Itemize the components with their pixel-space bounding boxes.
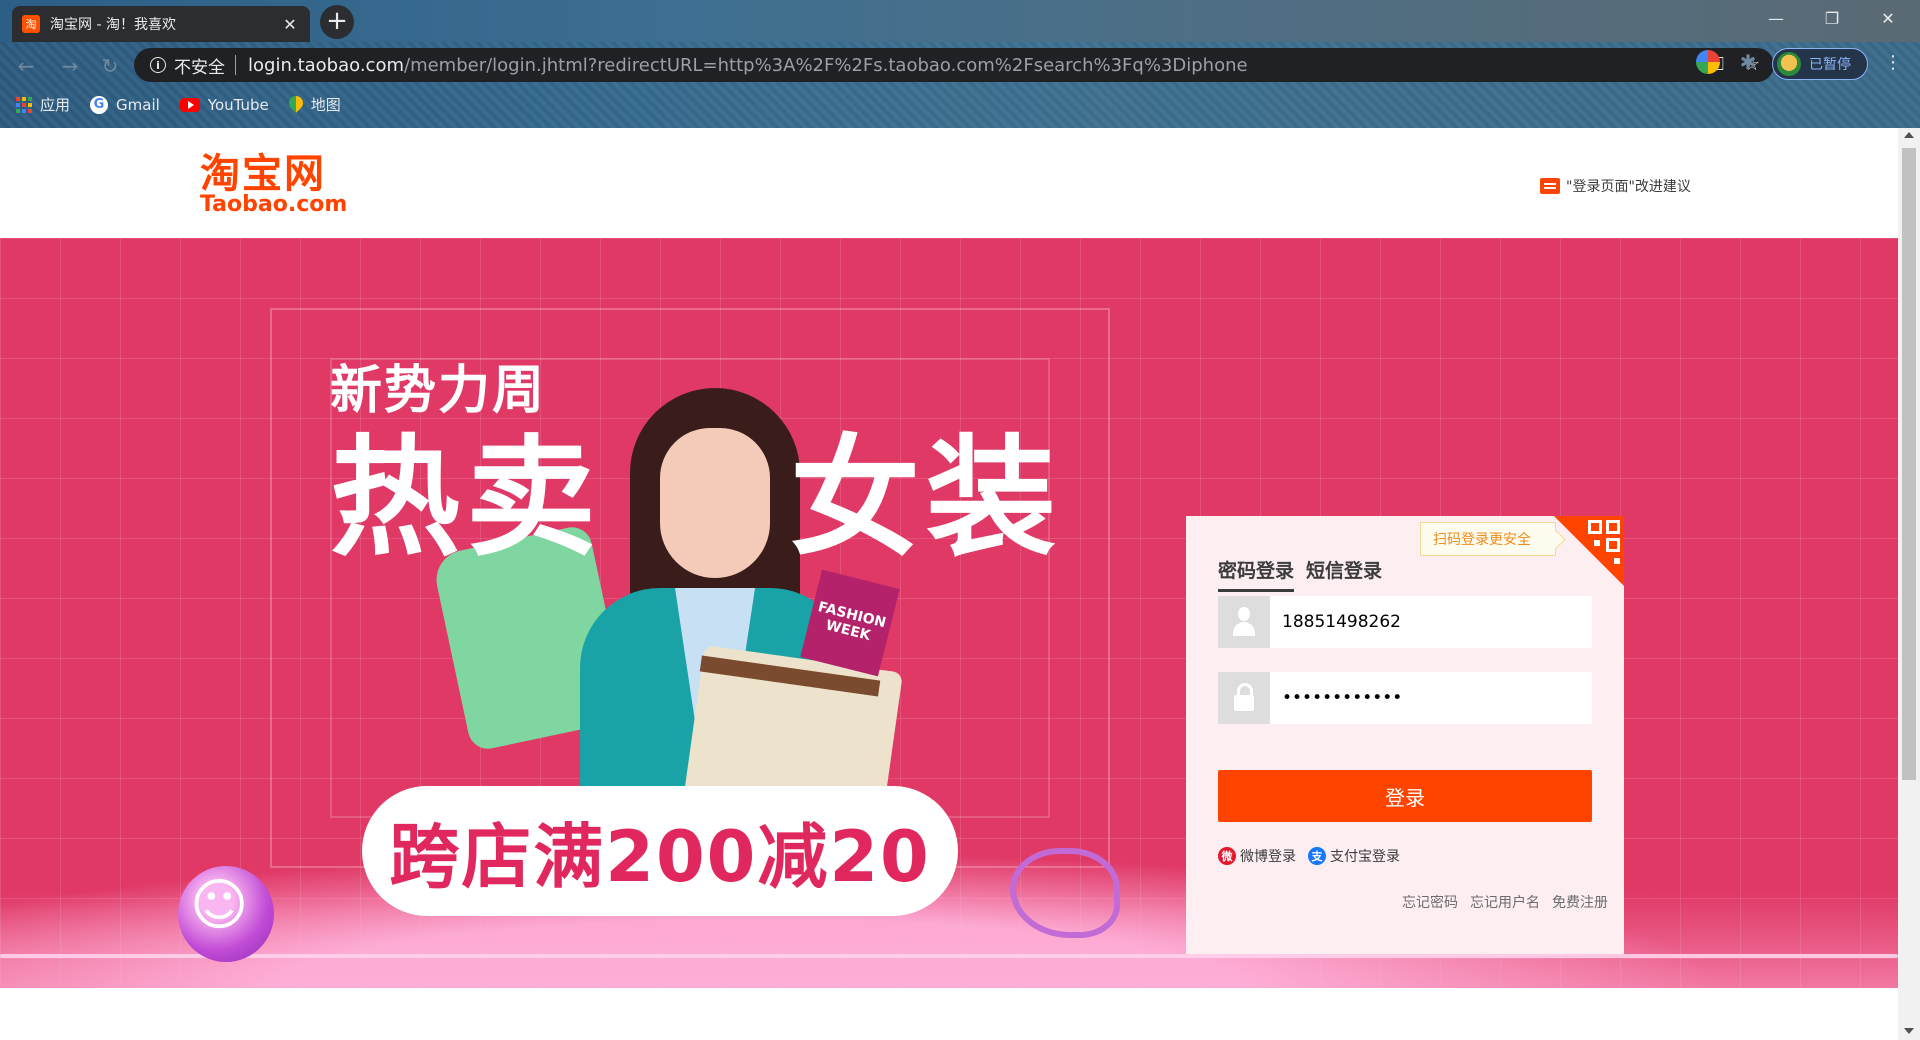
banner-subtitle: 新势力周 xyxy=(330,361,547,421)
google-icon: G xyxy=(90,95,109,114)
bookmark-label: YouTube xyxy=(207,95,269,114)
avatar xyxy=(1777,52,1801,76)
browser-tab[interactable]: 淘 淘宝网 - 淘！我喜欢 ✕ xyxy=(12,6,310,42)
tab-sms-login[interactable]: 短信登录 xyxy=(1306,556,1382,592)
weibo-login-link[interactable]: 微 微博登录 xyxy=(1218,846,1296,866)
chat-icon xyxy=(1540,178,1560,194)
omnibox-divider xyxy=(235,55,236,75)
password-input[interactable] xyxy=(1270,672,1592,724)
register-link[interactable]: 免费注册 xyxy=(1552,892,1608,912)
browser-menu-icon[interactable]: ⋮ xyxy=(1884,52,1902,73)
bookmarks-bar: 应用 G Gmail YouTube 地图 xyxy=(16,94,341,115)
qr-code-icon[interactable] xyxy=(1554,516,1624,586)
browser-toolbar: ← → ↻ i 不安全 login.taobao.com /member/log… xyxy=(0,42,1920,128)
address-bar[interactable]: i 不安全 login.taobao.com /member/login.jht… xyxy=(134,48,1774,82)
bookmark-label: 地图 xyxy=(310,96,341,114)
login-tabs: 密码登录 短信登录 xyxy=(1218,556,1382,592)
url-host: login.taobao.com xyxy=(248,54,404,76)
banner-wave-line xyxy=(0,954,1898,958)
forward-button[interactable]: → xyxy=(56,52,84,80)
account-links: 忘记密码 忘记用户名 免费注册 xyxy=(1402,892,1608,912)
lock-icon xyxy=(1218,672,1270,724)
url-path: /member/login.jhtml?redirectURL=http%3A%… xyxy=(404,54,1248,76)
username-input[interactable] xyxy=(1270,596,1592,648)
taobao-logo[interactable]: 淘宝网 Taobao.com xyxy=(200,154,347,216)
forgot-password-link[interactable]: 忘记密码 xyxy=(1402,892,1458,912)
chrome-extension-icon[interactable] xyxy=(1696,50,1720,74)
restore-button[interactable]: ❐ xyxy=(1804,0,1860,36)
feedback-link[interactable]: "登录页面"改进建议 xyxy=(1540,176,1691,196)
minimize-button[interactable]: — xyxy=(1748,0,1804,36)
weibo-login-label: 微博登录 xyxy=(1240,849,1296,865)
username-field[interactable] xyxy=(1218,596,1592,648)
youtube-icon xyxy=(179,97,200,112)
profile-status-label: 已暂停 xyxy=(1809,57,1851,73)
user-icon xyxy=(1218,596,1270,648)
bookmark-label: 应用 xyxy=(40,96,71,114)
back-button[interactable]: ← xyxy=(12,52,40,80)
logo-chinese: 淘宝网 xyxy=(200,151,326,197)
tab-password-login[interactable]: 密码登录 xyxy=(1218,556,1295,592)
maps-icon xyxy=(289,96,303,114)
scroll-down-icon[interactable] xyxy=(1904,1028,1914,1034)
lock-glyph xyxy=(1233,683,1255,713)
bookmark-gmail[interactable]: G Gmail xyxy=(90,95,160,114)
qr-login-hint[interactable]: 扫码登录更安全 xyxy=(1420,522,1556,556)
smiley-coin-icon: ☺ xyxy=(178,866,274,962)
close-window-button[interactable]: ✕ xyxy=(1860,0,1916,36)
login-page: 淘宝网 Taobao.com "登录页面"改进建议 FASHION WEEK 新… xyxy=(0,128,1898,1040)
alipay-login-link[interactable]: 支 支付宝登录 xyxy=(1308,846,1400,866)
password-field[interactable] xyxy=(1218,672,1592,724)
scroll-up-icon[interactable] xyxy=(1904,132,1914,138)
bookmark-youtube[interactable]: YouTube xyxy=(179,95,269,114)
login-panel: 扫码登录更安全 密码登录 短信登录 18851498262 ••••••••••… xyxy=(1186,516,1624,954)
promo-pill: 跨店满200减20 xyxy=(362,786,958,916)
security-label[interactable]: 不安全 xyxy=(174,53,225,78)
alipay-login-label: 支付宝登录 xyxy=(1330,849,1400,865)
close-tab-icon[interactable]: ✕ xyxy=(280,15,300,34)
apps-grid-icon xyxy=(16,96,32,113)
scroll-thumb[interactable] xyxy=(1902,148,1916,780)
bookmark-label: Gmail xyxy=(116,95,160,114)
reload-button[interactable]: ↻ xyxy=(96,52,124,80)
banner-headline-right: 女装 xyxy=(790,422,1063,574)
social-login: 微 微博登录 支 支付宝登录 xyxy=(1218,846,1400,866)
login-button[interactable]: 登录 xyxy=(1218,770,1592,822)
taobao-favicon-icon: 淘 xyxy=(22,15,40,33)
page-scrollbar[interactable] xyxy=(1898,128,1920,1040)
promo-text: 跨店满200减20 xyxy=(389,815,931,898)
model-face xyxy=(660,428,770,578)
forgot-username-link[interactable]: 忘记用户名 xyxy=(1470,892,1540,912)
profile-button[interactable]: 已暂停 xyxy=(1772,48,1868,80)
tab-title: 淘宝网 - 淘！我喜欢 xyxy=(50,17,176,33)
bookmark-maps[interactable]: 地图 xyxy=(289,94,341,115)
alipay-icon: 支 xyxy=(1308,847,1326,865)
smiley-face: ☺ xyxy=(190,873,249,938)
banner-headline-left: 热卖 xyxy=(330,422,603,574)
feedback-label: "登录页面"改进建议 xyxy=(1566,179,1691,195)
extensions-puzzle-icon[interactable]: ✱ xyxy=(1736,50,1760,74)
user-glyph xyxy=(1231,607,1257,637)
weibo-icon: 微 xyxy=(1218,847,1236,865)
browser-titlebar: 淘 淘宝网 - 淘！我喜欢 ✕ + — ❐ ✕ xyxy=(0,0,1920,42)
logo-english: Taobao.com xyxy=(200,192,348,217)
info-icon[interactable]: i xyxy=(150,57,166,73)
bookmark-apps[interactable]: 应用 xyxy=(16,94,70,115)
new-tab-button[interactable]: + xyxy=(320,5,354,39)
